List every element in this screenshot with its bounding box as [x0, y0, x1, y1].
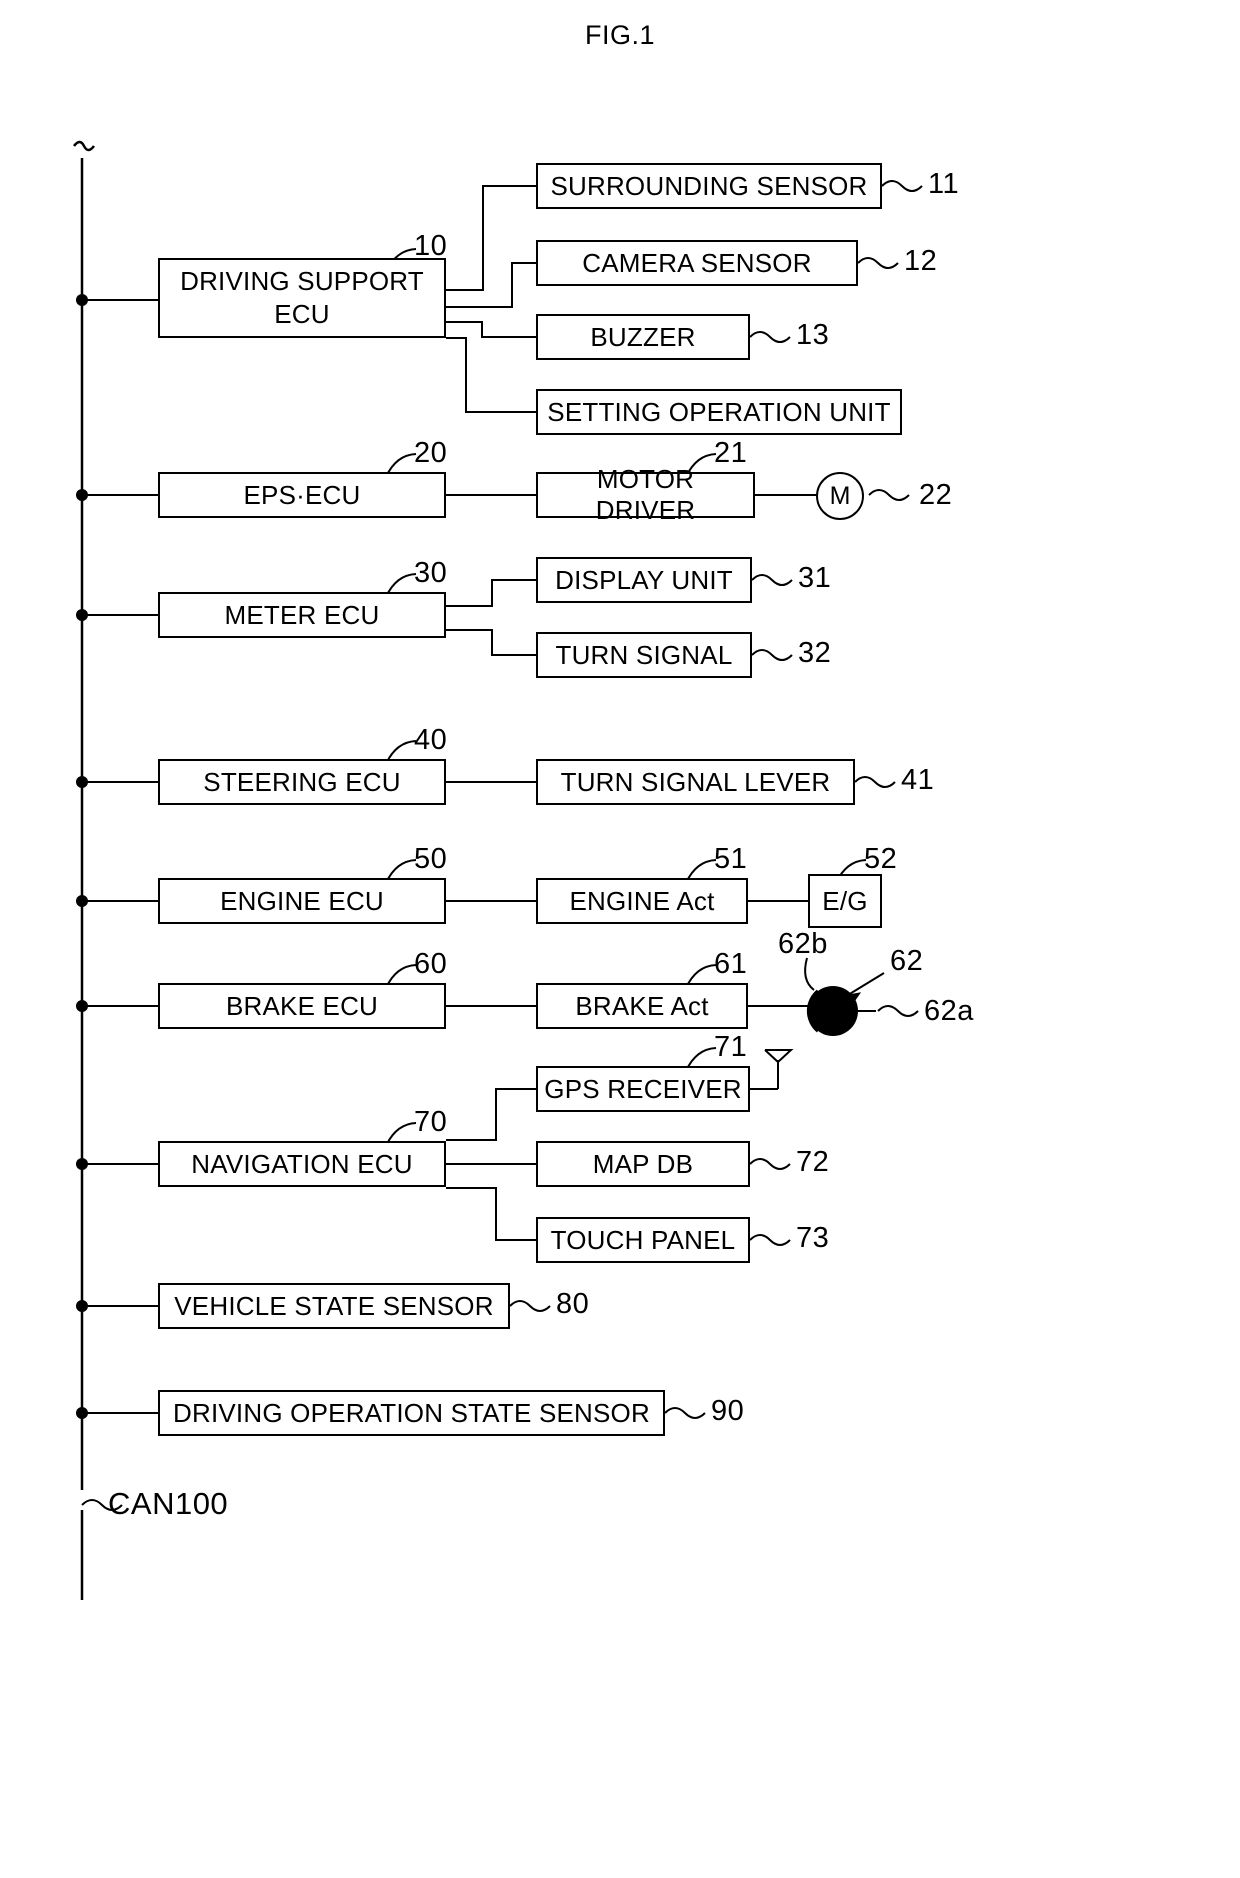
navigation-ecu-label: NAVIGATION ECU	[191, 1148, 413, 1179]
ref-brake-disc: 62a	[924, 995, 974, 1027]
steering-ecu-label: STEERING ECU	[203, 766, 401, 797]
motor-label: M	[829, 481, 851, 510]
node-engine: E/G	[808, 874, 882, 928]
buzzer-label: BUZZER	[590, 321, 696, 352]
ref-gps-receiver: 71	[714, 1031, 748, 1063]
node-engine-ecu: ENGINE ECU	[158, 878, 446, 924]
node-turn-signal-lever: TURN SIGNAL LEVER	[536, 759, 855, 805]
eps-ecu-label: EPS·ECU	[243, 479, 361, 510]
node-motor-driver: MOTOR DRIVER	[536, 464, 755, 525]
gps-receiver-label: GPS RECEIVER	[544, 1073, 742, 1104]
node-touch-panel: TOUCH PANEL	[536, 1217, 750, 1263]
ref-brake-ecu: 60	[414, 948, 448, 980]
brake-ecu-label: BRAKE ECU	[225, 990, 379, 1021]
vehicle-state-sensor-label: VEHICLE STATE SENSOR	[174, 1290, 494, 1321]
node-gps-receiver: GPS RECEIVER	[536, 1066, 750, 1112]
node-steering-ecu: STEERING ECU	[158, 759, 446, 805]
camera-sensor-label: CAMERA SENSOR	[582, 247, 812, 278]
figure-title: FIG.1	[584, 20, 655, 50]
touch-panel-label: TOUCH PANEL	[550, 1224, 736, 1255]
map-db-label: MAP DB	[592, 1148, 694, 1179]
ref-map-db: 72	[796, 1146, 830, 1178]
ref-driving-support-ecu: 10	[414, 230, 448, 262]
ref-driving-operation-state-sensor: 90	[711, 1395, 745, 1427]
ref-engine-act: 51	[714, 843, 748, 875]
engine-label: E/G	[822, 885, 868, 916]
ref-turn-signal-lever: 41	[901, 764, 935, 796]
engine-act-label: ENGINE Act	[569, 885, 715, 916]
turn-signal-lever-label: TURN SIGNAL LEVER	[560, 766, 831, 797]
ref-buzzer: 13	[796, 319, 830, 351]
node-setting-operation-unit: SETTING OPERATION UNIT	[536, 389, 902, 435]
node-map-db: MAP DB	[536, 1141, 750, 1187]
ref-motor-driver: 21	[714, 437, 748, 469]
ref-camera-sensor: 12	[904, 245, 938, 277]
figure-root: FIG.1 DRIVING SUPPORT ECU 10 SURROUNDING…	[0, 0, 1240, 1878]
node-navigation-ecu: NAVIGATION ECU	[158, 1141, 446, 1187]
ref-motor: 22	[919, 479, 953, 511]
ref-eps-ecu: 20	[414, 437, 448, 469]
node-driving-support-ecu: DRIVING SUPPORT ECU	[158, 258, 446, 338]
bus-label-can100: CAN100	[108, 1486, 229, 1521]
node-buzzer: BUZZER	[536, 314, 750, 360]
brake-act-label: BRAKE Act	[575, 990, 709, 1021]
setting-operation-unit-label: SETTING OPERATION UNIT	[547, 396, 891, 427]
ref-brake-act: 61	[714, 948, 748, 980]
node-brake-act: BRAKE Act	[536, 983, 748, 1029]
driving-operation-state-sensor-label: DRIVING OPERATION STATE SENSOR	[173, 1397, 650, 1428]
driving-support-ecu-label-line1: DRIVING SUPPORT	[180, 265, 424, 296]
node-driving-operation-state-sensor: DRIVING OPERATION STATE SENSOR	[158, 1390, 665, 1436]
motor-driver-label: MOTOR DRIVER	[595, 464, 696, 525]
node-engine-act: ENGINE Act	[536, 878, 748, 924]
ref-surrounding-sensor: 11	[928, 168, 960, 200]
ref-brake-assembly: 62	[890, 945, 924, 977]
ref-engine-ecu: 50	[414, 843, 448, 875]
node-brake-ecu: BRAKE ECU	[158, 983, 446, 1029]
node-display-unit: DISPLAY UNIT	[536, 557, 752, 603]
surrounding-sensor-label: SURROUNDING SENSOR	[550, 170, 868, 201]
ref-brake-caliper: 62b	[778, 928, 828, 960]
node-motor: M	[816, 472, 864, 520]
node-vehicle-state-sensor: VEHICLE STATE SENSOR	[158, 1283, 510, 1329]
ref-engine: 52	[864, 843, 898, 875]
node-eps-ecu: EPS·ECU	[158, 472, 446, 518]
ref-touch-panel: 73	[796, 1222, 830, 1254]
display-unit-label: DISPLAY UNIT	[555, 564, 733, 595]
ref-vehicle-state-sensor: 80	[556, 1288, 590, 1320]
node-surrounding-sensor: SURROUNDING SENSOR	[536, 163, 882, 209]
meter-ecu-label: METER ECU	[224, 599, 380, 630]
ref-meter-ecu: 30	[414, 557, 448, 589]
ref-turn-signal: 32	[798, 637, 832, 669]
engine-ecu-label: ENGINE ECU	[220, 885, 384, 916]
node-camera-sensor: CAMERA SENSOR	[536, 240, 858, 286]
node-turn-signal: TURN SIGNAL	[536, 632, 752, 678]
ref-display-unit: 31	[798, 562, 832, 594]
driving-support-ecu-label-line2: ECU	[274, 299, 330, 329]
ref-navigation-ecu: 70	[414, 1106, 448, 1138]
ref-steering-ecu: 40	[414, 724, 448, 756]
turn-signal-label: TURN SIGNAL	[555, 639, 733, 670]
node-meter-ecu: METER ECU	[158, 592, 446, 638]
